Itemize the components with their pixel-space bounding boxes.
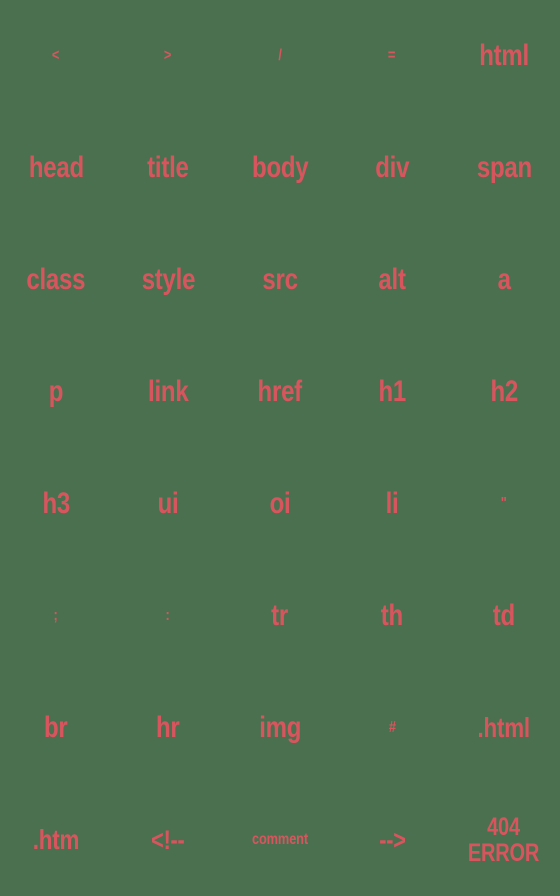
sticker-dot-html[interactable]: .html [448,672,560,784]
sticker-h2-label: h2 [490,375,518,408]
sticker-span-label: span [476,151,532,184]
sticker-title-label: title [147,151,189,184]
sticker-br[interactable]: br [0,672,112,784]
sticker-th-label: th [380,599,404,632]
sticker-h1-label: h1 [378,375,406,408]
sticker-div[interactable]: div [336,112,448,224]
sticker-img-label: img [259,711,301,744]
sticker-class[interactable]: class [0,224,112,336]
sticker-href[interactable]: href [224,336,336,448]
sticker-slash-label: / [278,47,282,64]
sticker-colon-label: : [165,607,171,624]
sticker-semicolon-label: ; [53,607,59,624]
sticker-tr[interactable]: tr [224,560,336,672]
sticker-head[interactable]: head [0,112,112,224]
sticker-hash-label: # [388,719,396,736]
sticker-double-quote-label: " [501,495,507,512]
sticker-colon[interactable]: : [112,560,224,672]
sticker-p-label: p [48,375,64,408]
sticker-double-quote[interactable]: " [448,448,560,560]
sticker-404-error[interactable]: 404 ERROR [448,784,560,896]
sticker-greater-than[interactable]: > [112,0,224,112]
sticker-comment-word[interactable]: comment [224,784,336,896]
sticker-tr-label: tr [271,599,289,632]
sticker-dot-html-label: .html [477,712,531,743]
sticker-h1[interactable]: h1 [336,336,448,448]
sticker-body-label: body [251,151,309,184]
sticker-h3[interactable]: h3 [0,448,112,560]
sticker-style-label: style [141,263,195,296]
sticker-ui-label: ui [157,487,179,520]
sticker-src[interactable]: src [224,224,336,336]
sticker-equals[interactable]: = [336,0,448,112]
sticker-style[interactable]: style [112,224,224,336]
sticker-hash[interactable]: # [336,672,448,784]
sticker-href-label: href [257,375,303,408]
sticker-alt[interactable]: alt [336,224,448,336]
sticker-h3-label: h3 [42,487,70,520]
sticker-oi[interactable]: oi [224,448,336,560]
sticker-slash[interactable]: / [224,0,336,112]
sticker-class-label: class [26,263,86,296]
sticker-link-label: link [147,375,189,408]
sticker-link[interactable]: link [112,336,224,448]
sticker-html-label: html [479,39,529,72]
sticker-less-than-label: < [52,47,60,64]
sticker-td-label: td [492,599,516,632]
sticker-th[interactable]: th [336,560,448,672]
sticker-comment-open-label: <!-- [151,824,185,855]
sticker-li[interactable]: li [336,448,448,560]
sticker-img[interactable]: img [224,672,336,784]
sticker-dot-htm[interactable]: .htm [0,784,112,896]
sticker-oi-label: oi [269,487,291,520]
sticker-ui[interactable]: ui [112,448,224,560]
sticker-a-label: a [497,263,511,296]
sticker-br-label: br [44,711,68,744]
sticker-semicolon[interactable]: ; [0,560,112,672]
sticker-sheet: < > / = html head title body div span class style sr… [0,0,560,896]
sticker-hr-label: hr [156,711,180,744]
sticker-hr[interactable]: hr [112,672,224,784]
sticker-h2[interactable]: h2 [448,336,560,448]
sticker-less-than[interactable]: < [0,0,112,112]
sticker-dot-htm-label: .htm [32,824,80,855]
sticker-comment-close[interactable]: --> [336,784,448,896]
sticker-title[interactable]: title [112,112,224,224]
sticker-src-label: src [262,263,298,296]
sticker-p[interactable]: p [0,336,112,448]
sticker-td[interactable]: td [448,560,560,672]
sticker-a[interactable]: a [448,224,560,336]
sticker-html[interactable]: html [448,0,560,112]
sticker-equals-label: = [388,47,396,64]
sticker-comment-open[interactable]: <!-- [112,784,224,896]
sticker-body[interactable]: body [224,112,336,224]
sticker-comment-word-label: comment [251,831,308,848]
sticker-span[interactable]: span [448,112,560,224]
sticker-404-error-label: 404 ERROR [468,812,540,867]
sticker-li-label: li [385,487,399,520]
sticker-alt-label: alt [378,263,406,296]
sticker-comment-close-label: --> [378,824,406,855]
sticker-greater-than-label: > [164,47,172,64]
sticker-div-label: div [375,151,409,184]
sticker-head-label: head [28,151,84,184]
